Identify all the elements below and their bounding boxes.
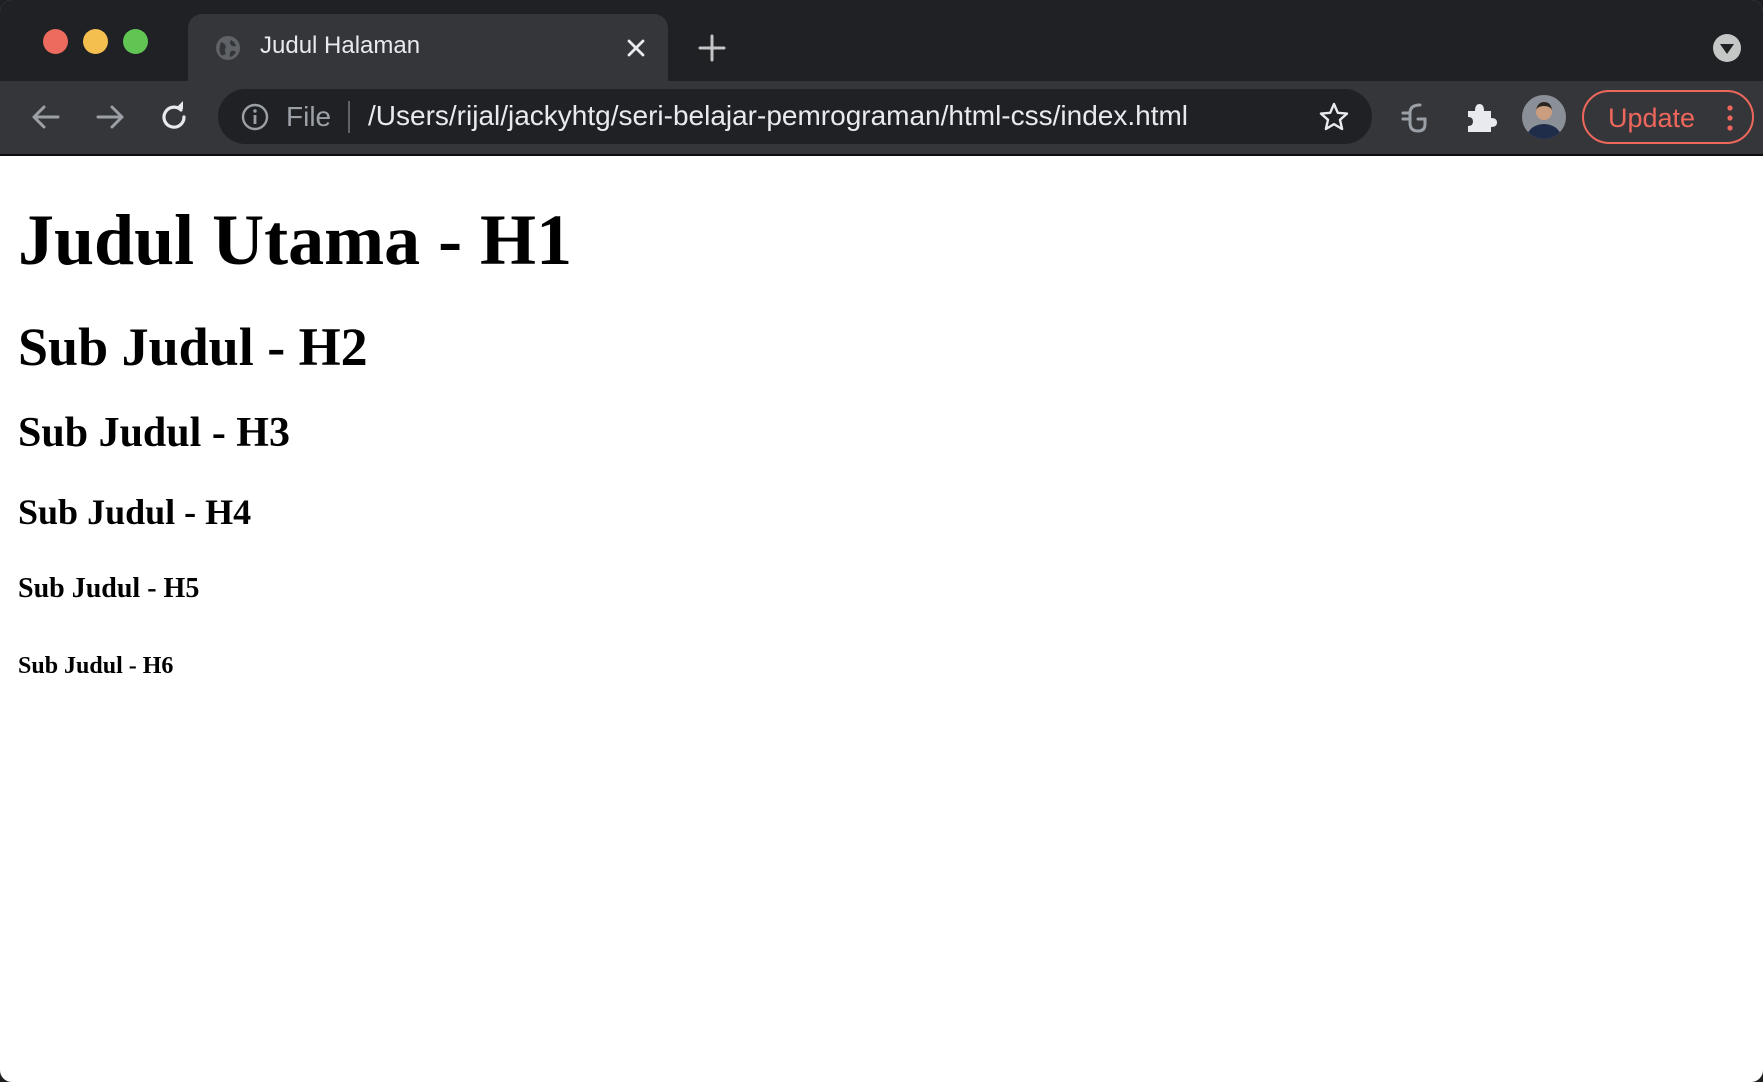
update-label: Update [1608,103,1696,133]
chevron-down-icon[interactable] [1712,33,1742,63]
heading-h4: Sub Judul - H4 [18,492,252,532]
star-icon[interactable] [1318,101,1350,133]
window-zoom-button[interactable] [123,29,148,54]
puzzle-icon[interactable] [1462,99,1498,135]
heading-h6: Sub Judul - H6 [18,653,174,679]
update-button[interactable]: Update [1582,90,1754,144]
tab-title: Judul Halaman [260,32,421,59]
globe-icon [216,36,240,60]
reload-icon[interactable] [156,99,192,135]
g-extension-icon[interactable] [1398,99,1432,135]
heading-h3: Sub Judul - H3 [18,410,290,456]
address-bar[interactable]: File /Users/rijal/jackyhtg/seri-belajar-… [218,89,1372,144]
scheme-label: File [286,101,332,132]
kebab-menu-icon[interactable] [1724,103,1736,133]
heading-h1: Judul Utama - H1 [18,200,573,280]
url-text[interactable]: /Users/rijal/jackyhtg/seri-belajar-pemro… [368,100,1188,132]
heading-h5: Sub Judul - H5 [18,573,200,604]
toolbar: File /Users/rijal/jackyhtg/seri-belajar-… [0,81,1763,156]
info-icon[interactable] [240,102,270,132]
window-minimize-button[interactable] [83,29,108,54]
heading-h2: Sub Judul - H2 [18,317,368,377]
tab-strip: Judul Halaman [0,0,1763,81]
scheme-divider [348,101,350,133]
tab-active[interactable]: Judul Halaman [188,14,668,81]
profile-photo [1522,95,1566,139]
window-close-button[interactable] [43,29,68,54]
browser-window: Judul Halaman File /Users/rijal/jackyhtg… [0,0,1763,1082]
close-icon[interactable] [622,34,650,62]
plus-icon[interactable] [696,32,728,64]
arrow-right-icon[interactable] [92,99,128,135]
avatar[interactable] [1522,95,1566,139]
page-content: Judul Utama - H1 Sub Judul - H2 Sub Judu… [0,156,1763,1082]
arrow-left-icon[interactable] [28,99,64,135]
